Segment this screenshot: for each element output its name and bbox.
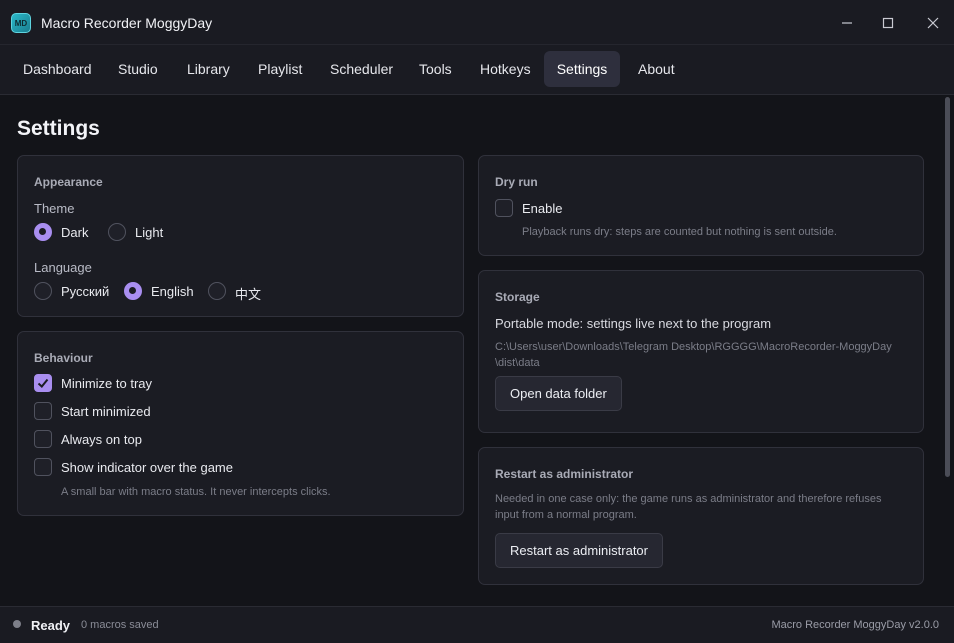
admin-desc-line1: Needed in one case only: the game runs a… [495, 493, 882, 505]
behaviour-title: Behaviour [34, 351, 93, 365]
maximize-icon [882, 17, 894, 29]
show-indicator-checkbox[interactable] [34, 458, 52, 476]
minimize-to-tray-label[interactable]: Minimize to tray [61, 376, 152, 391]
language-english-label[interactable]: English [151, 284, 194, 299]
language-russian-radio[interactable] [34, 282, 52, 300]
tab-library[interactable]: Library [174, 51, 243, 87]
close-button[interactable] [920, 10, 946, 36]
app-logo-icon: MD [11, 13, 31, 33]
storage-card: Storage Portable mode: settings live nex… [478, 270, 924, 433]
theme-dark-radio[interactable] [34, 223, 52, 241]
status-bar: Ready 0 macros saved Macro Recorder Mogg… [0, 606, 954, 643]
show-indicator-label[interactable]: Show indicator over the game [61, 460, 233, 475]
start-minimized-label[interactable]: Start minimized [61, 404, 151, 419]
portable-mode-text: Portable mode: settings live next to the… [495, 316, 772, 331]
language-chinese-label[interactable]: 中文 [235, 284, 261, 303]
admin-card: Restart as administrator Needed in one c… [478, 447, 924, 585]
restart-as-admin-button[interactable]: Restart as administrator [495, 533, 663, 568]
page-title: Settings [17, 117, 100, 140]
tab-scheduler[interactable]: Scheduler [317, 51, 406, 87]
admin-title: Restart as administrator [495, 467, 634, 481]
tab-hotkeys[interactable]: Hotkeys [467, 51, 544, 87]
storage-title: Storage [495, 290, 540, 304]
theme-label: Theme [34, 201, 75, 216]
data-path-line1: C:\Users\user\Downloads\Telegram Desktop… [495, 341, 892, 353]
dry-run-title: Dry run [495, 175, 538, 189]
appearance-card: Appearance Theme Dark Light Language Рус… [17, 155, 464, 317]
tab-about[interactable]: About [625, 51, 688, 87]
language-label: Language [34, 260, 92, 275]
dry-run-enable-checkbox[interactable] [495, 199, 513, 217]
title-bar: MD Macro Recorder MoggyDay [0, 0, 954, 45]
dry-run-card: Dry run Enable Playback runs dry: steps … [478, 155, 924, 256]
theme-light-radio[interactable] [108, 223, 126, 241]
indicator-hint: A small bar with macro status. It never … [61, 486, 331, 498]
macro-count: 0 macros saved [81, 619, 159, 631]
tab-tools[interactable]: Tools [406, 51, 465, 87]
always-on-top-label[interactable]: Always on top [61, 432, 142, 447]
dry-run-enable-label[interactable]: Enable [522, 201, 562, 216]
tab-dashboard[interactable]: Dashboard [10, 51, 105, 87]
start-minimized-checkbox[interactable] [34, 402, 52, 420]
appearance-title: Appearance [34, 175, 103, 189]
minimize-to-tray-checkbox[interactable] [34, 374, 52, 392]
data-path-line2: \dist\data [495, 357, 540, 369]
minimize-icon [842, 22, 852, 24]
tab-settings[interactable]: Settings [544, 51, 620, 87]
tab-bar: Dashboard Studio Library Playlist Schedu… [0, 45, 954, 95]
theme-dark-label[interactable]: Dark [61, 225, 88, 240]
close-icon [927, 17, 939, 29]
scrollbar-thumb[interactable] [945, 97, 950, 477]
language-russian-label[interactable]: Русский [61, 284, 109, 299]
tab-playlist[interactable]: Playlist [245, 51, 315, 87]
vertical-scrollbar[interactable] [942, 95, 954, 606]
language-english-radio[interactable] [124, 282, 142, 300]
status-indicator-icon [13, 620, 21, 628]
checkmark-icon [37, 378, 49, 388]
window-title: Macro Recorder MoggyDay [41, 15, 213, 31]
app-version: Macro Recorder MoggyDay v2.0.0 [771, 619, 939, 631]
minimize-button[interactable] [834, 10, 860, 36]
dry-run-hint: Playback runs dry: steps are counted but… [522, 226, 837, 238]
behaviour-card: Behaviour Minimize to tray Start minimiz… [17, 331, 464, 516]
status-state: Ready [31, 618, 71, 633]
theme-light-label[interactable]: Light [135, 225, 163, 240]
admin-desc-line2: input from a normal program. [495, 509, 637, 521]
language-chinese-radio[interactable] [208, 282, 226, 300]
maximize-button[interactable] [875, 10, 901, 36]
open-data-folder-button[interactable]: Open data folder [495, 376, 622, 411]
always-on-top-checkbox[interactable] [34, 430, 52, 448]
tab-studio[interactable]: Studio [105, 51, 171, 87]
settings-page: Settings Appearance Theme Dark Light Lan… [0, 95, 942, 606]
